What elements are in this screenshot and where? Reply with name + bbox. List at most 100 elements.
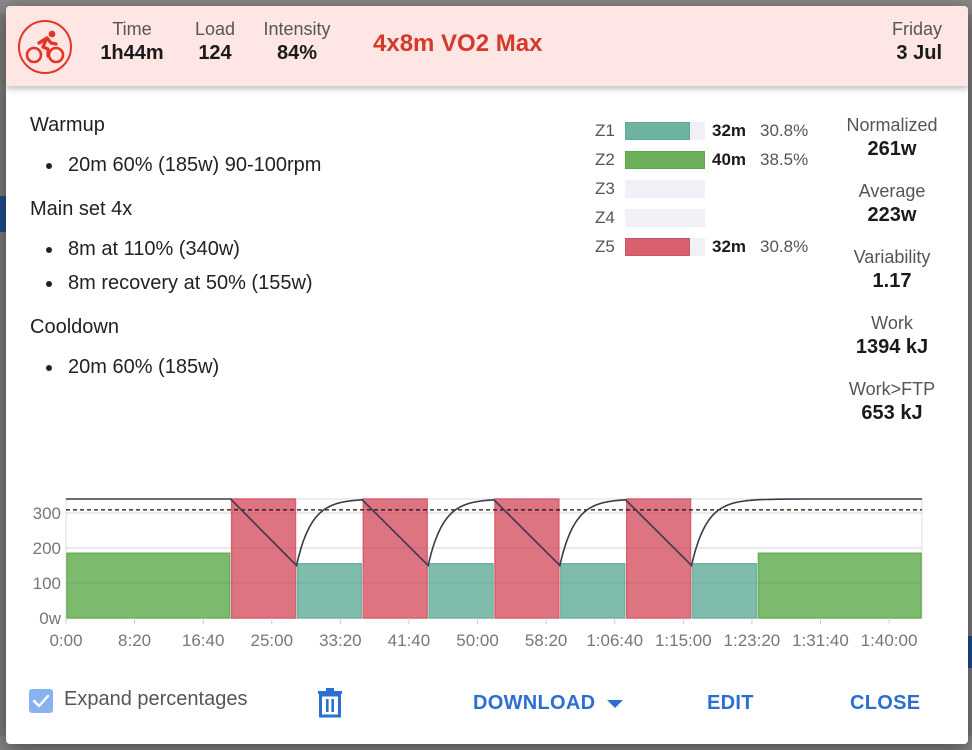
stat-label: Time [112, 19, 152, 39]
delete-button[interactable] [317, 688, 343, 718]
zone-bar-track [625, 237, 705, 256]
x-tick-label: 1:31:40 [792, 631, 849, 650]
stat-intensity: Intensity 84% [258, 18, 336, 66]
download-label: DOWNLOAD [473, 692, 596, 714]
interval-bar-z5 [230, 498, 297, 619]
zone-label: Z1 [595, 120, 615, 140]
workout-date: Friday 3 Jul [892, 18, 942, 66]
cycling-icon [18, 20, 72, 74]
x-tick-label: 1:15:00 [655, 631, 712, 650]
metric-value: 261w [867, 138, 917, 160]
y-tick-label: 0w [39, 609, 61, 628]
interval-bar-z1 [691, 563, 758, 619]
zone-bar-track [625, 121, 705, 140]
step-item: 8m recovery at 50% (155w) [30, 266, 321, 300]
section-heading: Cooldown [30, 316, 119, 338]
zone-percent: 30.8% [760, 236, 809, 256]
y-tick-label: 300 [33, 504, 61, 523]
section-heading: Warmup [30, 114, 105, 136]
zone-bar [625, 121, 690, 140]
metric-work-above-ftp: Work>FTP 653 kJ [836, 378, 948, 444]
download-button[interactable]: DOWNLOAD [473, 692, 624, 715]
section-list: 20m 60% (185w) 90-100rpm [30, 148, 321, 182]
edit-button[interactable]: EDIT [707, 692, 754, 715]
zone-bar-track [625, 150, 705, 169]
interval-bar-z1 [296, 563, 363, 619]
interval-bar-z2 [757, 552, 922, 619]
stat-load: Load 124 [188, 18, 242, 66]
zone-bar [625, 150, 705, 169]
zone-row: Z2 40m 38.5% [595, 145, 808, 174]
zone-bar-track [625, 208, 705, 227]
zone-row: Z4 [595, 203, 808, 232]
x-tick-label: 0:00 [49, 631, 82, 650]
zone-row: Z1 32m 30.8% [595, 116, 808, 145]
y-tick-label: 200 [33, 539, 61, 558]
stat-time: Time 1h44m [96, 18, 168, 66]
interval-bar-z2 [66, 552, 231, 619]
x-tick-label: 25:00 [250, 631, 293, 650]
zone-row: Z5 32m 30.8% [595, 232, 808, 261]
workout-title: 4x8m VO2 Max [373, 30, 543, 57]
expand-percentages-label[interactable]: Expand percentages [64, 688, 247, 711]
section-heading: Main set 4x [30, 198, 133, 220]
metric-value: 1394 kJ [855, 336, 929, 358]
zone-time: 40m [712, 149, 747, 169]
day-label: Friday [891, 19, 942, 39]
y-tick-label: 100 [33, 574, 61, 593]
workout-description: Warmup 20m 60% (185w) 90-100rpm Main set… [30, 112, 321, 398]
caret-down-icon [607, 699, 624, 708]
date-value: 3 Jul [896, 42, 942, 64]
step-item: 20m 60% (185w) [30, 350, 321, 384]
stat-value: 84% [276, 42, 318, 64]
interval-bar-z5 [362, 498, 428, 619]
workout-header: Time 1h44m Load 124 Intensity 84% 4x8m V… [6, 6, 968, 86]
zone-percent: 30.8% [760, 120, 809, 140]
zone-label: Z3 [595, 178, 615, 198]
stat-value: 124 [198, 42, 232, 64]
x-tick-label: 8:20 [118, 631, 151, 650]
interval-bar-z1 [560, 563, 626, 619]
section-list: 20m 60% (185w) [30, 350, 321, 384]
x-tick-label: 33:20 [319, 631, 362, 650]
zone-percent: 38.5% [760, 149, 809, 169]
metric-work: Work 1394 kJ [836, 312, 948, 378]
workout-power-chart: 0w 100 200 300 0:00 8:20 16:40 25:00 33:20 41:40 5… [33, 498, 923, 650]
x-tick-label: 58:20 [525, 631, 568, 650]
x-tick-label: 1:06:40 [586, 631, 643, 650]
close-button[interactable]: CLOSE [850, 692, 920, 715]
metric-label: Variability [853, 247, 931, 267]
interval-bar-z5 [494, 498, 560, 619]
x-tick-label: 1:40:00 [861, 631, 918, 650]
x-tick-label: 16:40 [182, 631, 225, 650]
zone-label: Z2 [595, 149, 615, 169]
interval-bar-z1 [428, 563, 494, 619]
stat-value: 1h44m [100, 42, 164, 64]
step-item: 8m at 110% (340w) [30, 232, 321, 266]
power-metrics: Normalized 261w Average 223w Variability… [836, 114, 948, 444]
step-item: 20m 60% (185w) 90-100rpm [30, 148, 321, 182]
stat-label: Intensity [263, 19, 331, 39]
interval-bar-z5 [625, 498, 692, 619]
metric-normalized: Normalized 261w [836, 114, 948, 180]
metric-value: 1.17 [872, 270, 912, 292]
zone-bar-track [625, 179, 705, 198]
metric-label: Average [858, 181, 926, 201]
zone-bar [625, 237, 690, 256]
expand-percentages-checkbox[interactable] [29, 689, 53, 713]
stat-label: Load [194, 19, 236, 39]
trash-icon [318, 688, 342, 718]
metric-value: 223w [867, 204, 917, 226]
metric-value: 653 kJ [861, 402, 923, 424]
x-tick-label: 1:23:20 [724, 631, 781, 650]
zone-time: 32m [712, 120, 747, 140]
metric-label: Normalized [846, 115, 938, 135]
zone-label: Z5 [595, 236, 615, 256]
workout-dialog: Time 1h44m Load 124 Intensity 84% 4x8m V… [6, 6, 968, 744]
metric-label: Work [871, 313, 913, 333]
metric-average: Average 223w [836, 180, 948, 246]
section-list: 8m at 110% (340w) 8m recovery at 50% (15… [30, 232, 321, 300]
x-tick-label: 50:00 [456, 631, 499, 650]
zone-distribution: Z1 32m 30.8% Z2 40m 38.5% Z3 Z4 Z5 32m 3… [595, 116, 808, 261]
zone-label: Z4 [595, 207, 615, 227]
